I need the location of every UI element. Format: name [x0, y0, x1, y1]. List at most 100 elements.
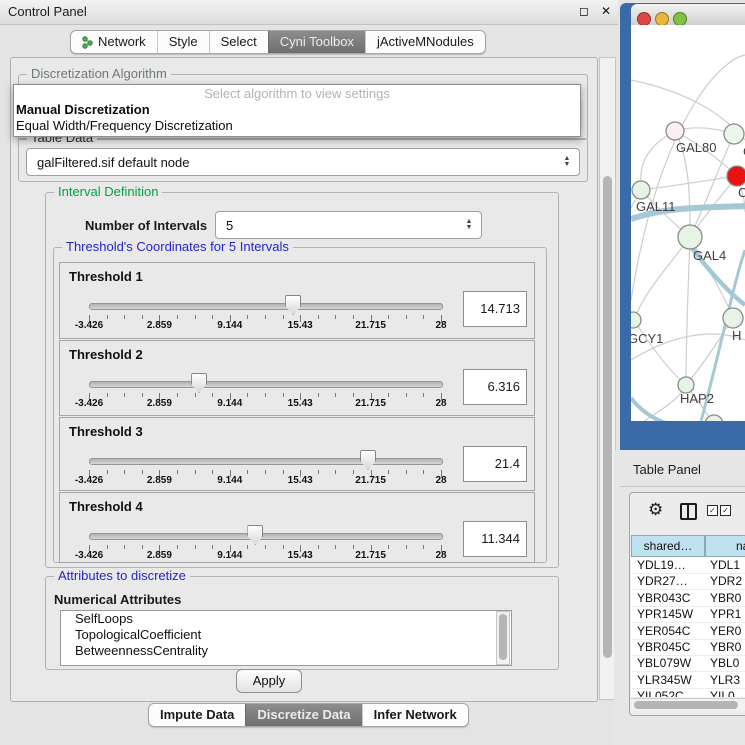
numerical-attributes-label: Numerical Attributes	[54, 592, 181, 607]
checked-box-icon[interactable]: ✓	[707, 505, 718, 516]
network-node-label: GCY1	[631, 331, 663, 346]
dropdown-hint: Select algorithm to view settings	[14, 85, 580, 102]
slider-tick-label: 2.859	[147, 320, 172, 331]
tab-infer-network[interactable]: Infer Network	[362, 704, 468, 726]
table-header-name[interactable]: na	[705, 535, 745, 557]
attributes-list-scrollbar[interactable]	[496, 611, 510, 665]
network-node[interactable]	[666, 122, 684, 140]
table-row[interactable]: YDL19…YDL1	[631, 557, 745, 574]
slider-tick-label: 2.859	[147, 398, 172, 409]
network-edge[interactable]	[631, 385, 686, 421]
table-panel-titlebar: Table Panel	[620, 452, 745, 487]
threshold-label: Threshold 2	[69, 347, 143, 362]
tab-impute-data[interactable]: Impute Data	[149, 704, 245, 726]
network-node-label: GAL11	[636, 199, 676, 214]
table-header-shared-name[interactable]: shared…	[631, 535, 705, 557]
float-window-icon[interactable]: ◻	[579, 4, 589, 18]
number-of-intervals-combo[interactable]: 5 ▲▼	[215, 211, 482, 239]
table-row[interactable]: YBL079WYBL0	[631, 655, 745, 672]
numerical-attributes-list[interactable]: SelfLoopsTopologicalCoefficientBetweenne…	[60, 610, 512, 666]
network-node[interactable]	[678, 225, 702, 249]
network-node-label: GAL80	[676, 140, 716, 155]
tab-network[interactable]: Network	[71, 31, 157, 53]
slider-thumb[interactable]	[285, 295, 301, 315]
network-node-label: GAL4	[693, 248, 726, 263]
tab-discretize-data[interactable]: Discretize Data	[245, 704, 361, 726]
network-window-titlebar[interactable]	[631, 4, 745, 26]
table-row[interactable]: YDR27…YDR2	[631, 573, 745, 590]
attribute-list-item[interactable]: BetweennessCentrality	[61, 643, 511, 659]
table-row[interactable]: YIL052CYIL0	[631, 688, 745, 697]
attribute-list-item[interactable]: TopologicalCoefficient	[61, 627, 511, 643]
slider-tick-label: 28	[435, 475, 446, 486]
threshold-label: Threshold 4	[69, 499, 143, 514]
dropdown-option-manual-discretization[interactable]: Manual Discretization	[14, 102, 580, 118]
tab-jactivemnodules[interactable]: jActiveMNodules	[365, 31, 485, 53]
table-row[interactable]: YLR345WYLR3	[631, 672, 745, 689]
threshold-value-field[interactable]: 11.344	[463, 521, 527, 557]
network-node-label: H	[732, 328, 741, 343]
slider-track[interactable]	[89, 533, 443, 540]
slider-thumb[interactable]	[360, 450, 376, 470]
network-icon	[82, 36, 93, 49]
combo-arrows-icon: ▲▼	[559, 156, 579, 168]
slider-thumb[interactable]	[191, 373, 207, 393]
slider-tick-label: 21.715	[355, 550, 386, 561]
slider-tick-label: 15.43	[288, 320, 313, 331]
node-attribute-table[interactable]: shared… na YDL19…YDL1YDR27…YDR2YBR043CYB…	[631, 535, 745, 697]
network-node-label: C	[738, 185, 745, 200]
columns-icon[interactable]	[680, 503, 697, 520]
slider-track[interactable]	[89, 303, 443, 310]
attribute-list-item[interactable]: SelfLoops	[61, 611, 511, 627]
minimize-traffic-light-icon[interactable]	[655, 12, 669, 26]
close-traffic-light-icon[interactable]	[637, 12, 651, 26]
checked-box-icon[interactable]: ✓	[720, 505, 731, 516]
network-node[interactable]	[724, 124, 744, 144]
network-node[interactable]	[723, 308, 743, 328]
network-edge[interactable]	[634, 237, 690, 320]
cyni-bottom-tabbar: Impute DataDiscretize DataInfer Network	[148, 703, 469, 727]
network-node[interactable]	[705, 415, 723, 421]
network-edge[interactable]	[686, 318, 733, 385]
tab-select[interactable]: Select	[209, 31, 268, 53]
control-panel-tabbar: NetworkStyleSelectCyni ToolboxjActiveMNo…	[70, 30, 486, 54]
table-panel-title: Table Panel	[633, 462, 701, 477]
network-node[interactable]	[632, 181, 650, 199]
apply-button[interactable]: Apply	[236, 669, 302, 693]
zoom-traffic-light-icon[interactable]	[673, 12, 687, 26]
slider-thumb[interactable]	[247, 525, 263, 545]
table-data-combo[interactable]: galFiltered.sif default node ▲▼	[26, 148, 580, 176]
slider-tick-label: -3.426	[75, 398, 103, 409]
table-row[interactable]: YBR045CYBR0	[631, 639, 745, 656]
network-edge[interactable]	[686, 237, 690, 385]
control-panel-title: Control Panel	[8, 4, 87, 19]
slider-track[interactable]	[89, 381, 443, 388]
network-node[interactable]	[631, 312, 641, 328]
network-edge[interactable]	[634, 320, 686, 385]
close-window-icon[interactable]: ✕	[601, 4, 611, 18]
control-panel-scrollbar-thumb[interactable]	[603, 176, 612, 658]
table-row[interactable]: YBR043CYBR0	[631, 590, 745, 607]
threshold-value-field[interactable]: 14.713	[463, 291, 527, 327]
slider-track[interactable]	[89, 458, 443, 465]
gear-icon[interactable]: ⚙	[648, 500, 663, 520]
threshold-panel-3: Threshold 3-3.4262.8599.14415.4321.71528…	[59, 417, 535, 491]
threshold-value-field[interactable]: 6.316	[463, 369, 527, 405]
slider-tick-label: 15.43	[288, 550, 313, 561]
table-data-combo-value: galFiltered.sif default node	[27, 155, 559, 170]
network-node[interactable]	[727, 166, 745, 186]
table-horizontal-scrollbar[interactable]	[631, 698, 745, 711]
network-canvas[interactable]: GAL80GACGAL11GAL4GCY1HHAP2	[631, 25, 745, 421]
threshold-value-field[interactable]: 21.4	[463, 446, 527, 482]
screen: Control Panel ◻ ✕ NetworkStyleSelectCyni…	[0, 0, 745, 745]
network-edge[interactable]	[641, 131, 675, 190]
table-row[interactable]: YPR145WYPR1	[631, 606, 745, 623]
tab-style[interactable]: Style	[157, 31, 209, 53]
slider-tick-label: 21.715	[355, 475, 386, 486]
dropdown-option-equal-width-frequency-discretization[interactable]: Equal Width/Frequency Discretization	[14, 118, 580, 134]
slider-tick-label: 15.43	[288, 398, 313, 409]
number-of-intervals-value: 5	[216, 218, 461, 233]
tab-cyni-toolbox[interactable]: Cyni Toolbox	[268, 31, 365, 53]
table-row[interactable]: YER054CYER0	[631, 623, 745, 640]
slider-tick-label: 2.859	[147, 475, 172, 486]
